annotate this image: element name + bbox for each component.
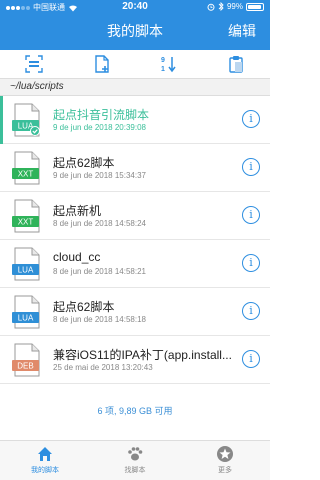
- svg-text:1: 1: [161, 66, 165, 73]
- tab-my-scripts[interactable]: 我的脚本: [15, 445, 75, 475]
- file-date: 8 de jun de 2018 14:58:21: [53, 267, 146, 276]
- file-name: 兼容iOS11的IPA补丁(app.install...: [53, 348, 232, 362]
- new-file-button[interactable]: [90, 52, 114, 76]
- file-name: cloud_cc: [53, 250, 101, 264]
- tab-more[interactable]: 更多: [195, 445, 255, 475]
- file-type-label: XXT: [18, 170, 34, 179]
- file-row[interactable]: LUA 起点抖音引流脚本 9 de jun de 2018 20:39:08 i: [0, 96, 270, 144]
- tab-bar: 我的脚本 找脚本 更多: [0, 440, 270, 480]
- paw-icon: [128, 447, 143, 461]
- battery-icon: [246, 2, 264, 11]
- file-type-icon: LUA: [12, 103, 40, 137]
- tab-label: 找脚本: [124, 467, 146, 474]
- sort-icon: 9 1: [161, 57, 176, 73]
- scan-button[interactable]: [22, 52, 46, 76]
- file-type-label: XXT: [18, 218, 34, 227]
- new-file-icon: [95, 55, 109, 73]
- home-icon: [38, 447, 52, 461]
- file-name: 起点抖音引流脚本: [53, 108, 150, 122]
- file-row[interactable]: LUA 起点62脚本 8 de jun de 2018 14:58:18 i: [0, 288, 270, 336]
- nav-header: 中国联通 20:40 99% 我的脚本 编辑: [0, 0, 270, 50]
- file-type-label: DEB: [17, 362, 33, 371]
- file-date: 25 de mai de 2018 13:20:43: [53, 363, 153, 372]
- file-type-icon: DEB: [12, 343, 40, 377]
- current-path: ~/lua/scripts: [0, 78, 270, 96]
- file-date: 9 de jun de 2018 15:34:37: [53, 171, 146, 180]
- file-date: 9 de jun de 2018 20:39:08: [53, 123, 146, 132]
- star-icon: [217, 446, 233, 462]
- info-icon[interactable]: i: [242, 158, 260, 176]
- svg-text:9: 9: [161, 57, 165, 64]
- file-type-label: LUA: [18, 314, 34, 323]
- file-row[interactable]: DEB 兼容iOS11的IPA补丁(app.install... 25 de mai…: [0, 336, 270, 384]
- toolbar: 9 1: [0, 50, 270, 78]
- file-row[interactable]: XXT 起点62脚本 9 de jun de 2018 15:34:37 i: [0, 144, 270, 192]
- info-icon[interactable]: i: [242, 350, 260, 368]
- file-name: 起点62脚本: [53, 156, 115, 170]
- file-name: 起点新机: [53, 204, 102, 218]
- clipboard-icon: [229, 56, 243, 73]
- file-date: 8 de jun de 2018 14:58:18: [53, 315, 146, 324]
- info-icon[interactable]: i: [242, 254, 260, 272]
- tab-label: 我的脚本: [31, 467, 59, 474]
- file-type-icon: LUA: [12, 247, 40, 281]
- paste-button[interactable]: [224, 52, 248, 76]
- edit-button[interactable]: 编辑: [228, 21, 256, 41]
- tab-find-scripts[interactable]: 找脚本: [105, 445, 165, 475]
- file-row[interactable]: LUA cloud_cc 8 de jun de 2018 14:58:21 i: [0, 240, 270, 288]
- tab-label: 更多: [218, 467, 232, 474]
- file-row[interactable]: XXT 起点新机 8 de jun de 2018 14:58:24 i: [0, 192, 270, 240]
- info-icon[interactable]: i: [242, 302, 260, 320]
- bluetooth-icon: [218, 2, 224, 11]
- file-type-label: LUA: [18, 266, 34, 275]
- alarm-icon: [207, 3, 215, 11]
- storage-summary: 6 项, 9,89 GB 可用: [97, 406, 173, 416]
- file-name: 起点62脚本: [53, 300, 115, 314]
- selection-indicator: [0, 96, 3, 144]
- file-type-icon: LUA: [12, 295, 40, 329]
- info-icon[interactable]: i: [242, 206, 260, 224]
- battery-percent: 99%: [226, 2, 243, 11]
- status-bar: 中国联通 20:40 99%: [0, 0, 270, 15]
- file-type-icon: XXT: [12, 151, 40, 185]
- file-type-icon: XXT: [12, 199, 40, 233]
- sort-button[interactable]: 9 1: [157, 52, 181, 76]
- info-icon[interactable]: i: [242, 110, 260, 128]
- file-date: 8 de jun de 2018 14:58:24: [53, 219, 146, 228]
- scan-icon: [25, 55, 43, 73]
